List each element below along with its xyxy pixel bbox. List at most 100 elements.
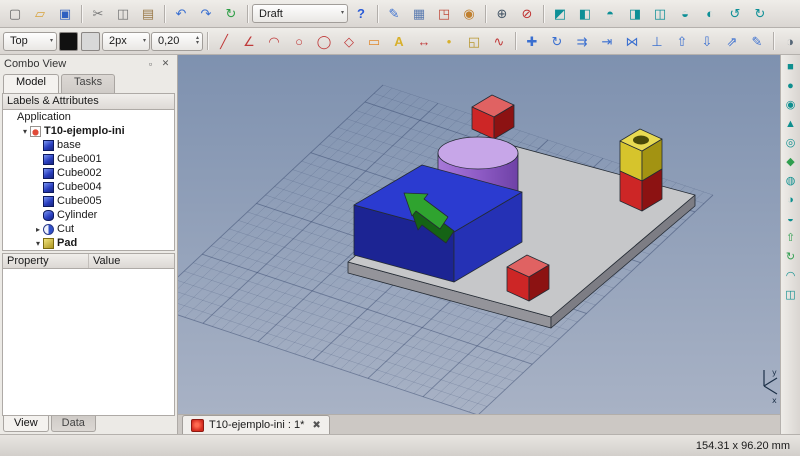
labels-attributes-header[interactable]: Labels & Attributes (2, 93, 175, 110)
draft-arc-button[interactable]: ◠ (262, 30, 286, 52)
chevron-down-icon[interactable]: ▾ (20, 127, 30, 136)
draft-join-button[interactable]: ⋈ (620, 30, 644, 52)
close-panel-icon[interactable]: ✕ (158, 56, 173, 71)
working-plane-selector[interactable]: Top▾ (3, 32, 57, 51)
paste-button[interactable]: ▤ (136, 3, 160, 25)
toggle-grid-button[interactable]: ▦ (407, 3, 431, 25)
scale-input[interactable]: 0,20▴▾ (151, 32, 203, 51)
tree-item-cube004[interactable]: Cube004 (3, 180, 174, 194)
float-panel-icon[interactable]: ▫ (143, 56, 158, 71)
new-document-button[interactable]: ▢ (3, 3, 27, 25)
view-bottom-button[interactable]: ◒ (673, 3, 697, 25)
view-axonometric-button[interactable]: ◩ (548, 3, 572, 25)
working-plane-button[interactable]: ◳ (432, 3, 456, 25)
tree-item-cylinder[interactable]: Cylinder (3, 208, 174, 222)
tab-tasks[interactable]: Tasks (61, 74, 115, 93)
draft-line-icon: ╱ (220, 35, 228, 48)
workbench-selector[interactable]: Draft▾ (252, 4, 348, 23)
view-right-button[interactable]: ◨ (623, 3, 647, 25)
object-yellow-tower[interactable] (620, 129, 662, 211)
property-column-header[interactable]: Property (3, 254, 89, 268)
model-tree[interactable]: Application▾T10-ejemplo-inibaseCube001Cu… (2, 110, 175, 251)
draft-dimension-button[interactable]: ↔ (412, 30, 436, 52)
draft-text-button[interactable]: A (387, 30, 411, 52)
shape-builder-button[interactable]: ◆ (783, 155, 799, 170)
draft-rotate-button[interactable]: ↻ (545, 30, 569, 52)
property-table-body[interactable] (2, 269, 175, 416)
draft-offset-button[interactable]: ⇉ (570, 30, 594, 52)
view-left-button[interactable]: ◐ (698, 3, 722, 25)
draft-point-button[interactable]: • (437, 30, 461, 52)
draft-line-button[interactable]: ╱ (212, 30, 236, 52)
redo-button[interactable]: ↷ (194, 3, 218, 25)
draft-move-button[interactable]: ✚ (520, 30, 544, 52)
whats-this-button[interactable]: ? (349, 3, 373, 25)
revolve-button[interactable]: ↻ (783, 250, 799, 265)
part-sphere-button[interactable]: ◉ (783, 98, 799, 113)
draft-facebinder-button[interactable]: ◱ (462, 30, 486, 52)
draft-polyline-button[interactable]: ∠ (237, 30, 261, 52)
draft-scale-button[interactable]: ⇗ (720, 30, 744, 52)
draft-set-style-button[interactable]: ✎ (382, 3, 406, 25)
boolean-union-button[interactable]: ◍ (783, 174, 799, 189)
tree-item-application[interactable]: Application (3, 110, 174, 124)
chevron-down-icon[interactable]: ▾ (33, 239, 43, 248)
tree-item-sketch[interactable]: Sketch (3, 250, 174, 251)
tree-item-cube001[interactable]: Cube001 (3, 152, 174, 166)
document-tab[interactable]: T10-ejemplo-ini : 1* ✖ (182, 415, 330, 434)
tree-item-base[interactable]: base (3, 138, 174, 152)
close-document-icon[interactable]: ✖ (312, 420, 320, 431)
snap-toggle-button[interactable]: ◉ (457, 3, 481, 25)
draft-rectangle-button[interactable]: ▭ (362, 30, 386, 52)
draft-trimex-button[interactable]: ⇥ (595, 30, 619, 52)
view-front-button[interactable]: ◧ (573, 3, 597, 25)
tree-item-t10-ejemplo-ini[interactable]: ▾T10-ejemplo-ini (3, 124, 174, 138)
part-cone-button[interactable]: ▲ (783, 117, 799, 132)
zoom-fit-all-button[interactable]: ⊕ (490, 3, 514, 25)
boolean-cut-button[interactable]: ◑ (783, 193, 799, 208)
draft-scale-icon: ⇗ (727, 35, 738, 48)
tree-item-cube005[interactable]: Cube005 (3, 194, 174, 208)
part-cylinder-button[interactable]: ● (783, 79, 799, 94)
tree-item-cube002[interactable]: Cube002 (3, 166, 174, 180)
part-torus-button[interactable]: ◎ (783, 136, 799, 151)
extrude-button[interactable]: ⇧ (783, 231, 799, 246)
save-button[interactable]: ▣ (53, 3, 77, 25)
chevron-right-icon[interactable]: ▸ (33, 225, 43, 234)
part-box-button[interactable]: ■ (783, 60, 799, 75)
rotate-view-left-button[interactable]: ↺ (723, 3, 747, 25)
view-rear-button[interactable]: ◫ (648, 3, 672, 25)
draft-downgrade-button[interactable]: ⇩ (695, 30, 719, 52)
zoom-fit-all-icon: ⊕ (497, 7, 508, 20)
paste-icon: ▤ (142, 7, 154, 20)
draft-edit-button[interactable]: ✎ (745, 30, 769, 52)
mirror-button[interactable]: ◫ (783, 288, 799, 303)
draft-circle-button[interactable]: ○ (287, 30, 311, 52)
copy-button[interactable]: ◫ (111, 3, 135, 25)
value-column-header[interactable]: Value (89, 254, 174, 268)
rotate-view-right-button[interactable]: ↻ (748, 3, 772, 25)
draft-polygon-button[interactable]: ◇ (337, 30, 361, 52)
draft-upgrade-button[interactable]: ⇧ (670, 30, 694, 52)
tab-data[interactable]: Data (51, 416, 96, 432)
draft-split-button[interactable]: ⊥ (645, 30, 669, 52)
undo-button[interactable]: ↶ (169, 3, 193, 25)
boolean-intersection-button[interactable]: ◒ (783, 212, 799, 227)
cut-button[interactable]: ✂ (86, 3, 110, 25)
line-color-button[interactable] (59, 32, 78, 51)
face-color-button[interactable] (81, 32, 100, 51)
tab-model[interactable]: Model (3, 74, 59, 93)
tree-item-cut[interactable]: ▸Cut (3, 222, 174, 236)
draft-bspline-button[interactable]: ∿ (487, 30, 511, 52)
line-width-selector[interactable]: 2px▾ (102, 32, 150, 51)
draw-style-button[interactable]: ⊘ (515, 3, 539, 25)
tree-item-pad[interactable]: ▾Pad (3, 236, 174, 250)
3d-viewport[interactable]: x y (178, 55, 780, 414)
open-file-button[interactable]: ▱ (28, 3, 52, 25)
refresh-button[interactable]: ↻ (219, 3, 243, 25)
fillet-button[interactable]: ◠ (783, 269, 799, 284)
view-top-button[interactable]: ◓ (598, 3, 622, 25)
tab-view[interactable]: View (3, 416, 49, 432)
toggle-display-mode-button[interactable]: ◑ (778, 30, 800, 52)
draft-ellipse-button[interactable]: ◯ (312, 30, 336, 52)
